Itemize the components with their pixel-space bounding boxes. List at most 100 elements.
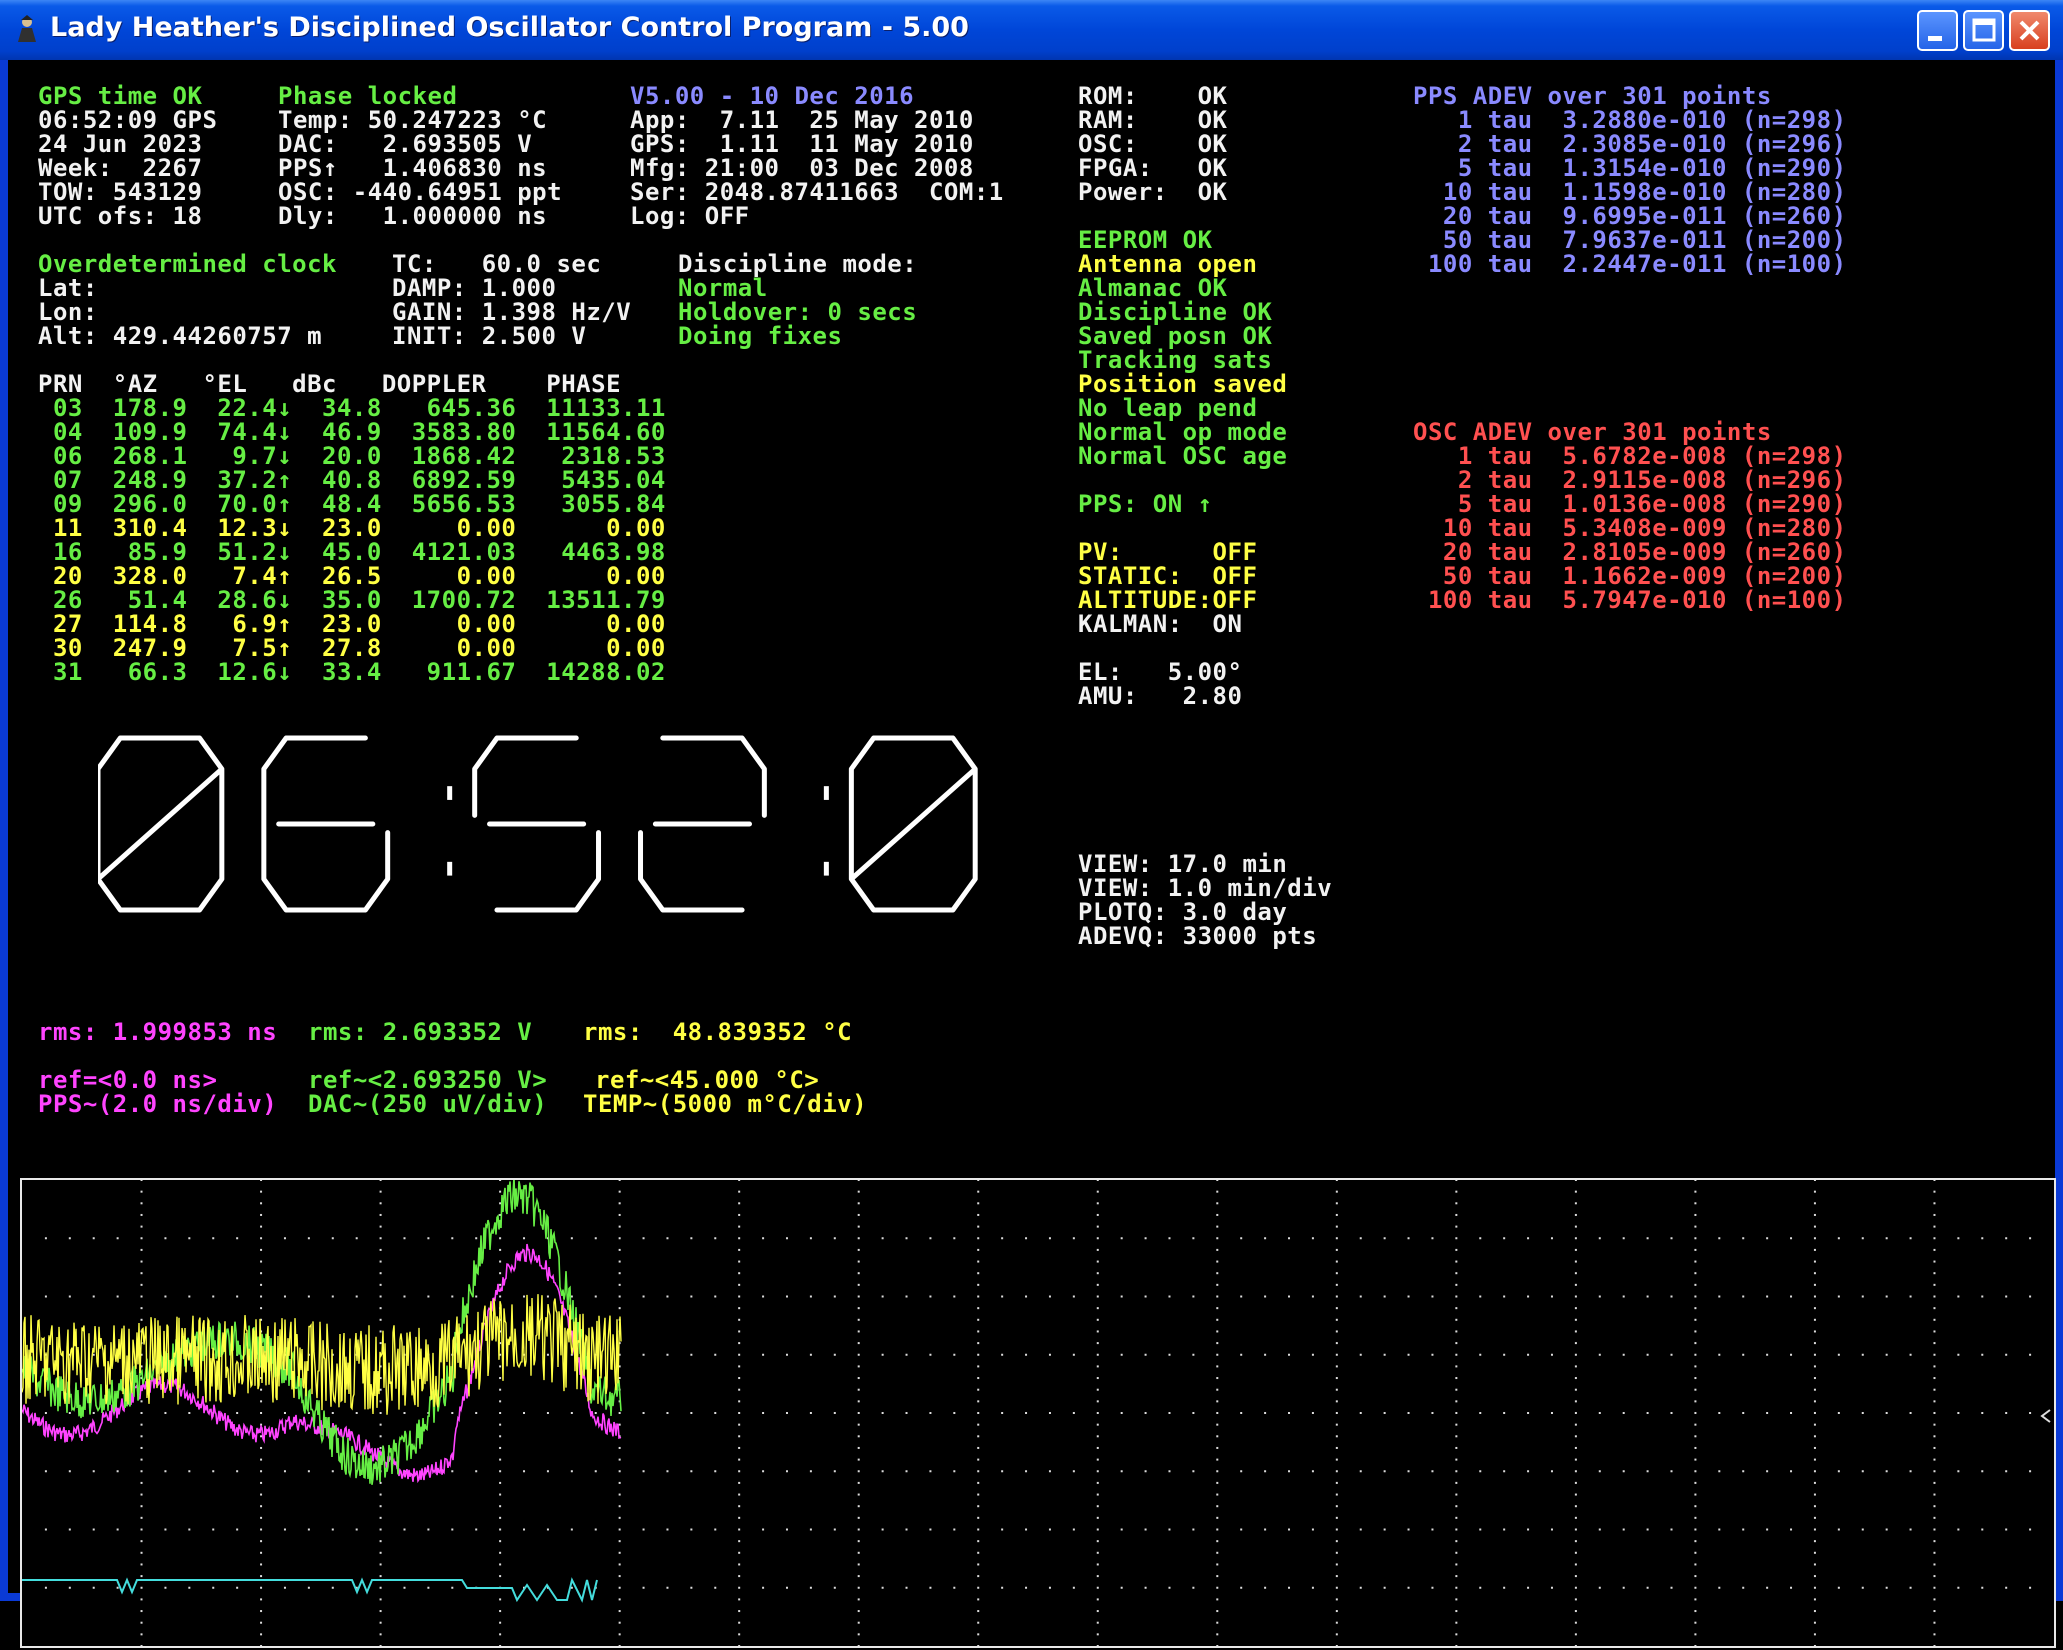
grid-dot <box>857 1423 860 1426</box>
grid-dot <box>738 1365 741 1368</box>
osc-adev-row: 5 tau 1.0136e-008 (n=290) <box>1413 490 1847 518</box>
temp-rms: rms: 48.839352 °C <box>583 1018 853 1046</box>
grid-dot <box>68 1237 71 1240</box>
grid-dot <box>857 1610 860 1613</box>
grid-dot <box>762 1528 765 1531</box>
grid-dot <box>1574 1260 1577 1263</box>
grid-dot <box>666 1412 669 1414</box>
grid-dot <box>1933 1610 1936 1613</box>
grid-dot <box>857 1551 860 1554</box>
grid-dot <box>1216 1598 1219 1601</box>
grid-dot <box>618 1237 621 1240</box>
grid-dot <box>1813 1516 1816 1519</box>
grid-dot <box>1096 1645 1099 1647</box>
grid-dot <box>1813 1377 1816 1380</box>
grid-dot <box>1455 1470 1458 1473</box>
saved-position-status: Saved posn OK <box>1078 322 1273 350</box>
grid-dot <box>738 1237 741 1240</box>
grid-dot <box>1216 1621 1219 1624</box>
grid-dot <box>1861 1412 1864 1414</box>
grid-dot <box>1933 1307 1936 1310</box>
grid-dot <box>1503 1470 1506 1473</box>
grid-dot <box>236 1237 239 1240</box>
grid-dot <box>1622 1586 1625 1589</box>
grid-dot <box>642 1237 645 1240</box>
grid-dot <box>116 1295 119 1298</box>
grid-dot <box>666 1470 669 1473</box>
grid-dot <box>1455 1528 1458 1531</box>
grid-dot <box>1718 1412 1721 1414</box>
graph-canvas[interactable] <box>21 1177 2054 1647</box>
pps-scale: PPS~(2.0 ns/div) <box>38 1090 278 1118</box>
grid-dot <box>1527 1295 1530 1298</box>
grid-dot <box>379 1621 382 1624</box>
grid-dot <box>1072 1586 1075 1589</box>
grid-dot <box>762 1470 765 1473</box>
grid-dot <box>260 1493 263 1496</box>
grid-dot <box>140 1621 143 1624</box>
grid-dot <box>929 1528 932 1531</box>
grid-dot <box>666 1528 669 1531</box>
grid-dot <box>1288 1353 1291 1356</box>
cable-delay: Dly: 1.000000 ns <box>278 202 548 230</box>
grid-dot <box>260 1528 263 1531</box>
grid-dot <box>977 1551 980 1554</box>
grid-dot <box>1574 1493 1577 1496</box>
grid-dot <box>1718 1528 1721 1531</box>
app-icon[interactable] <box>12 14 42 44</box>
grid-dot <box>1933 1516 1936 1519</box>
grid-dot <box>1694 1575 1697 1578</box>
grid-dot <box>140 1318 143 1321</box>
grid-dot <box>1096 1225 1099 1228</box>
grid-dot <box>1335 1400 1338 1403</box>
grid-dot <box>1574 1621 1577 1624</box>
grid-dot <box>714 1237 717 1240</box>
grid-dot <box>762 1353 765 1356</box>
grid-dot <box>1574 1551 1577 1554</box>
grid-dot <box>1407 1295 1410 1298</box>
grid-dot <box>1813 1307 1816 1310</box>
grid-dot <box>260 1213 263 1216</box>
grid-dot <box>785 1412 788 1414</box>
grid-dot <box>1096 1516 1099 1519</box>
grid-dot <box>1096 1470 1099 1473</box>
grid-dot <box>1694 1400 1697 1403</box>
grid-dot <box>1909 1353 1912 1356</box>
grid-dot <box>283 1470 286 1473</box>
pps-adev-row: 10 tau 1.1598e-010 (n=280) <box>1413 178 1847 206</box>
grid-dot <box>1574 1610 1577 1613</box>
grid-dot <box>1025 1353 1028 1356</box>
grid-dot <box>451 1295 454 1298</box>
minimize-button[interactable] <box>1917 10 1958 51</box>
close-button[interactable] <box>2009 10 2050 51</box>
grid-dot <box>738 1645 741 1647</box>
grid-dot <box>881 1237 884 1240</box>
grid-dot <box>1503 1237 1506 1240</box>
grid-dot <box>738 1435 741 1438</box>
grid-dot <box>1144 1295 1147 1298</box>
graph-area[interactable] <box>20 1177 2056 1648</box>
osc-status: OSC: OK <box>1078 130 1228 158</box>
grid-dot <box>260 1283 263 1286</box>
grid-dot <box>307 1470 310 1473</box>
maximize-button[interactable] <box>1963 10 2004 51</box>
grid-dot <box>1335 1481 1338 1484</box>
grid-dot <box>1574 1202 1577 1205</box>
grid-dot <box>2005 1353 2008 1356</box>
grid-dot <box>1240 1470 1243 1473</box>
grid-dot <box>1813 1505 1816 1508</box>
title-bar[interactable]: Lady Heather's Disciplined Oscillator Co… <box>0 0 2063 60</box>
grid-dot <box>379 1423 382 1426</box>
grid-dot <box>1455 1610 1458 1613</box>
grid-dot <box>1933 1458 1936 1461</box>
grid-dot <box>1216 1493 1219 1496</box>
sat-row: 06 268.1 9.7↓ 20.0 1868.42 2318.53 <box>38 442 666 470</box>
grid-dot <box>1120 1353 1123 1356</box>
manufacture-date: Mfg: 21:00 03 Dec 2008 <box>630 154 974 182</box>
grid-dot <box>212 1586 215 1589</box>
dac-rms: rms: 2.693352 V <box>308 1018 533 1046</box>
grid-dot <box>1335 1330 1338 1333</box>
kalman-filter: KALMAN: ON <box>1078 610 1243 638</box>
grid-dot <box>451 1586 454 1589</box>
grid-dot <box>1670 1353 1673 1356</box>
